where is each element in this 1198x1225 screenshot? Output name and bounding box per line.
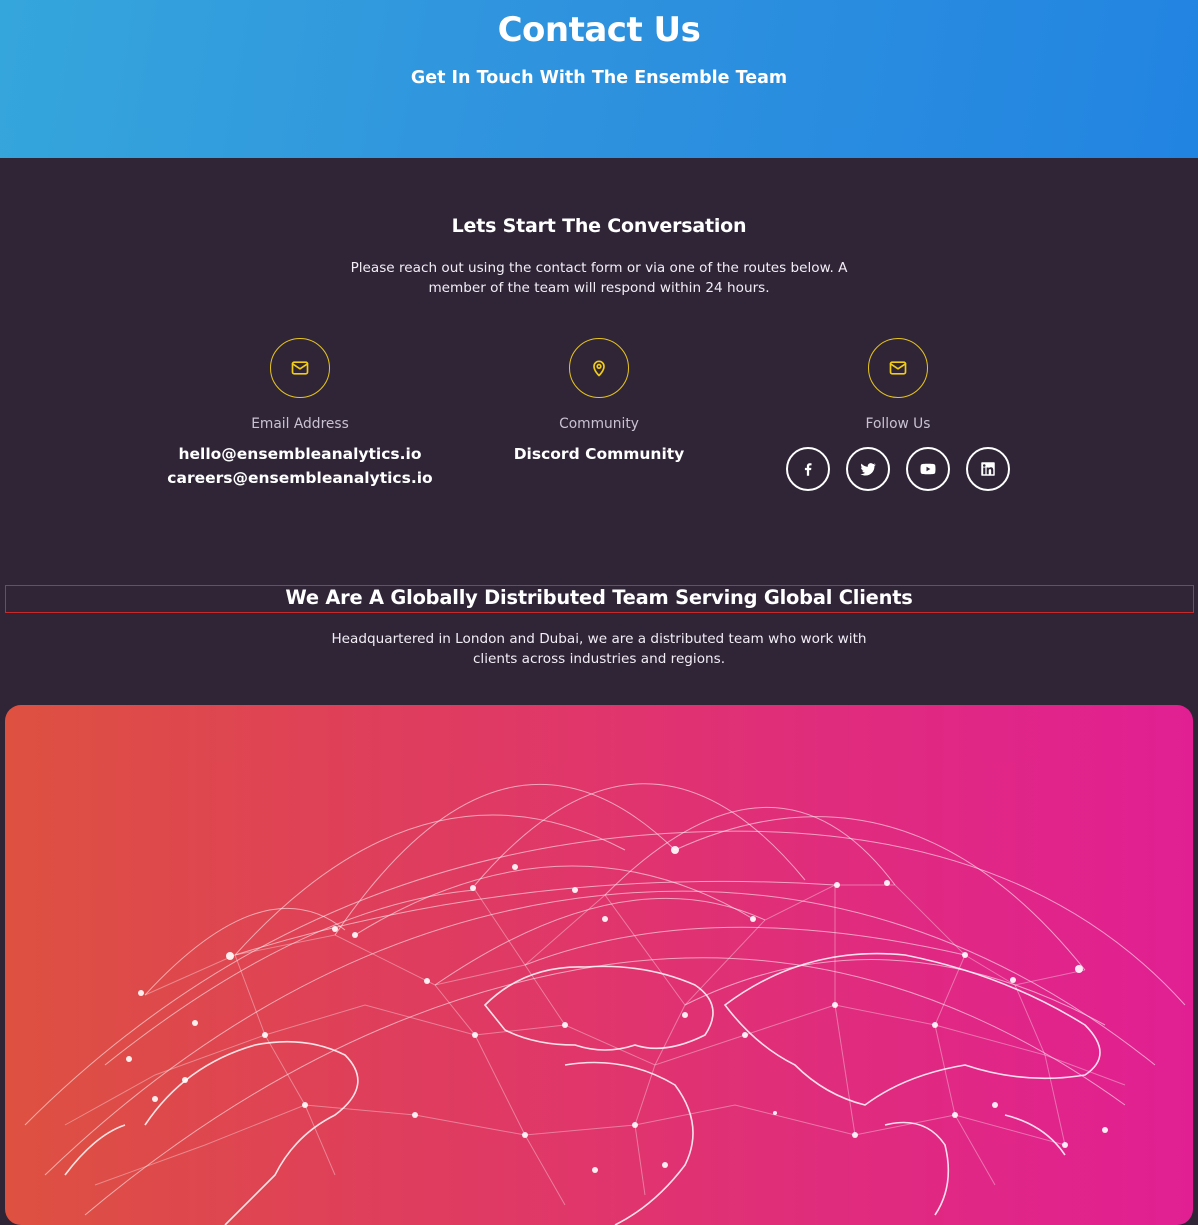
facebook-icon[interactable] xyxy=(786,447,830,491)
discord-community-link[interactable]: Discord Community xyxy=(449,442,749,466)
email-link-careers[interactable]: careers@ensembleanalytics.io xyxy=(150,466,450,490)
page-subtitle: Get In Touch With The Ensemble Team xyxy=(410,68,788,88)
twitter-icon[interactable] xyxy=(846,447,890,491)
youtube-icon[interactable] xyxy=(906,447,950,491)
world-network-map xyxy=(5,705,1193,1225)
world-network-graphic xyxy=(24,783,1186,1225)
conversation-intro: Please reach out using the contact form … xyxy=(350,260,848,296)
mail-icon xyxy=(868,338,928,398)
hero-banner: Contact Us Get In Touch With The Ensembl… xyxy=(0,0,1198,158)
email-column: Email Address hello@ensembleanalytics.io… xyxy=(150,338,450,490)
email-label: Email Address xyxy=(251,416,349,432)
page-title: Contact Us xyxy=(497,10,701,50)
follow-label: Follow Us xyxy=(865,416,931,432)
map-pin-icon xyxy=(569,338,629,398)
community-column: Community Discord Community xyxy=(449,338,749,466)
conversation-title: Lets Start The Conversation xyxy=(451,215,747,237)
community-label: Community xyxy=(559,416,639,432)
email-link-hello[interactable]: hello@ensembleanalytics.io xyxy=(150,442,450,466)
global-team-intro: Headquartered in London and Dubai, we ar… xyxy=(331,631,867,667)
mail-icon xyxy=(270,338,330,398)
linkedin-icon[interactable] xyxy=(966,447,1010,491)
global-team-title: We Are A Globally Distributed Team Servi… xyxy=(285,586,913,609)
follow-column: Follow Us xyxy=(748,338,1048,491)
social-links xyxy=(748,447,1048,491)
